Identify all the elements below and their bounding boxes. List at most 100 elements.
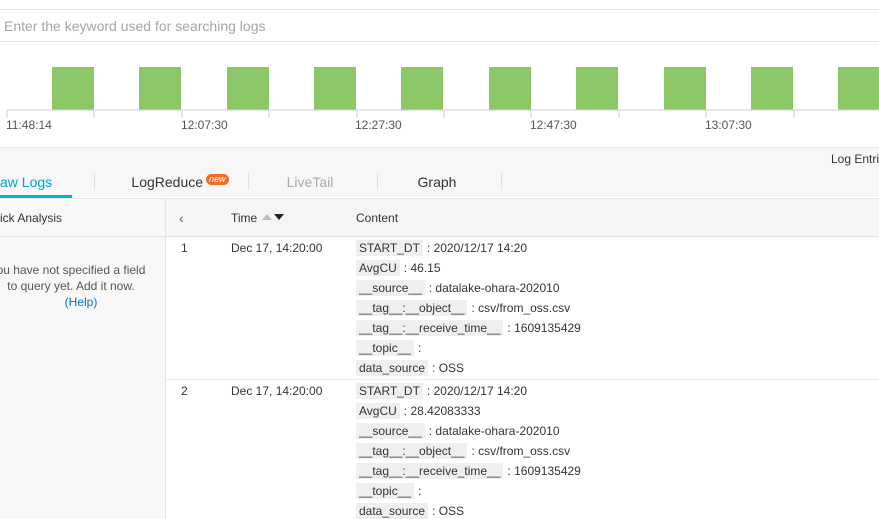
table-row: 2 Dec 17, 14:20:00 START_DT: 2020/12/17 … xyxy=(166,380,879,519)
histogram-tick-label: 11:48:14 xyxy=(6,118,52,132)
field-key[interactable]: START_DT xyxy=(356,240,423,256)
field-key[interactable]: __source__ xyxy=(356,423,425,439)
field-colon: : xyxy=(426,384,434,398)
log-field: __topic__: xyxy=(356,338,581,358)
tab-livetail[interactable]: LiveTail xyxy=(270,170,350,198)
result-tabs: aw Logs LogReduce new LiveTail Graph xyxy=(0,170,879,198)
field-value[interactable]: 2020/12/17 14:20 xyxy=(434,241,527,255)
field-key[interactable]: __tag__:__receive_time__ xyxy=(356,320,504,336)
histogram-bars xyxy=(52,67,879,110)
histogram-ticks xyxy=(6,110,795,118)
row-index: 1 xyxy=(181,241,188,255)
log-field: START_DT: 2020/12/17 14:20 xyxy=(356,381,581,401)
help-link[interactable]: (Help) xyxy=(8,294,154,310)
log-field: __tag__:__object__: csv/from_oss.csv xyxy=(356,298,581,318)
field-key[interactable]: __topic__ xyxy=(356,483,415,499)
row-time: Dec 17, 14:20:00 xyxy=(231,241,323,255)
histogram-bar xyxy=(751,67,793,110)
row-time: Dec 17, 14:20:00 xyxy=(231,384,323,398)
sort-icon[interactable] xyxy=(262,212,286,222)
log-content: START_DT: 2020/12/17 14:20 AvgCU: 46.15 … xyxy=(356,238,581,378)
histogram-bar xyxy=(139,67,181,110)
log-content: START_DT: 2020/12/17 14:20 AvgCU: 28.420… xyxy=(356,381,581,519)
field-key[interactable]: __source__ xyxy=(356,280,425,296)
field-key[interactable]: START_DT xyxy=(356,383,423,399)
log-field: __source__: datalake-ohara-202010 xyxy=(356,278,581,298)
histogram-bar xyxy=(52,67,94,110)
log-field: __topic__: xyxy=(356,481,581,501)
field-value[interactable]: OSS xyxy=(439,361,464,375)
no-field-message-line: to query yet. Add it now. xyxy=(7,279,135,293)
field-value[interactable]: csv/from_oss.csv xyxy=(478,444,570,458)
tab-label: LiveTail xyxy=(286,174,334,190)
field-key[interactable]: __topic__ xyxy=(356,340,415,356)
field-key[interactable]: __tag__:__object__ xyxy=(356,443,468,459)
field-key[interactable]: AvgCU xyxy=(356,260,400,276)
field-value[interactable]: 1609135429 xyxy=(514,321,581,335)
log-field: __source__: datalake-ohara-202010 xyxy=(356,421,581,441)
field-key[interactable]: __tag__:__object__ xyxy=(356,300,468,316)
field-value[interactable]: 28.42083333 xyxy=(410,404,480,418)
tab-divider xyxy=(94,173,95,190)
field-colon: : xyxy=(418,341,422,355)
search-input[interactable] xyxy=(0,11,879,41)
histogram-bar xyxy=(489,67,531,110)
histogram-bar xyxy=(664,67,706,110)
histogram-bar xyxy=(838,67,879,110)
histogram-bar xyxy=(227,67,269,110)
histogram-tick-label: 12:27:30 xyxy=(355,118,402,132)
field-value[interactable]: csv/from_oss.csv xyxy=(478,301,570,315)
log-field: __tag__:__receive_time__: 1609135429 xyxy=(356,461,581,481)
tab-logreduce[interactable]: LogReduce new xyxy=(120,170,240,198)
histogram-bar xyxy=(314,67,356,110)
tab-divider xyxy=(501,173,502,190)
field-key[interactable]: data_source xyxy=(356,503,429,519)
log-table: ‹ Time Content 1 Dec 17, 14:20:00 START_… xyxy=(166,199,879,519)
log-field: data_source: OSS xyxy=(356,358,581,378)
field-colon: : xyxy=(432,504,439,518)
top-strip xyxy=(0,0,879,10)
no-field-message-line: ou have not specified a field xyxy=(0,263,146,277)
tab-label: aw Logs xyxy=(0,174,53,190)
log-entries-count: Log Entri xyxy=(830,152,879,166)
no-field-message: ou have not specified a field to query y… xyxy=(0,262,154,310)
histogram-tick-label: 13:07:30 xyxy=(705,118,752,132)
tab-label: Graph xyxy=(417,174,457,190)
collapse-left-icon[interactable]: ‹ xyxy=(179,210,184,226)
log-field: AvgCU: 28.42083333 xyxy=(356,401,581,421)
log-field: __tag__:__receive_time__: 1609135429 xyxy=(356,318,581,338)
quick-analysis-panel: ick Analysis ou have not specified a fie… xyxy=(0,199,166,519)
row-index: 2 xyxy=(181,384,188,398)
field-value[interactable]: datalake-ohara-202010 xyxy=(435,424,559,438)
histogram-tick-label: 12:47:30 xyxy=(530,118,577,132)
field-key[interactable]: __tag__:__receive_time__ xyxy=(356,463,504,479)
table-header: ‹ Time Content xyxy=(166,199,879,237)
column-header-content: Content xyxy=(356,211,399,225)
quick-analysis-title: ick Analysis xyxy=(0,211,63,225)
field-value[interactable]: datalake-ohara-202010 xyxy=(435,281,559,295)
histogram-bar xyxy=(401,67,443,110)
field-value[interactable]: OSS xyxy=(439,504,464,518)
tab-divider xyxy=(248,173,249,190)
field-key[interactable]: data_source xyxy=(356,360,429,376)
field-value[interactable]: 46.15 xyxy=(410,261,440,275)
histogram-bar xyxy=(576,67,618,110)
log-field: __tag__:__object__: csv/from_oss.csv xyxy=(356,441,581,461)
histogram-tick-label: 12:07:30 xyxy=(181,118,228,132)
log-field: START_DT: 2020/12/17 14:20 xyxy=(356,238,581,258)
field-colon: : xyxy=(432,361,439,375)
new-badge: new xyxy=(206,174,229,185)
field-value[interactable]: 1609135429 xyxy=(514,464,581,478)
search-bar[interactable] xyxy=(0,11,879,42)
tab-raw-logs[interactable]: aw Logs xyxy=(0,170,72,198)
field-colon: : xyxy=(418,484,422,498)
tab-label: LogReduce xyxy=(131,174,204,190)
tab-graph[interactable]: Graph xyxy=(398,170,476,198)
field-value[interactable]: 2020/12/17 14:20 xyxy=(434,384,527,398)
quick-analysis-header: ick Analysis xyxy=(0,199,165,237)
field-key[interactable]: AvgCU xyxy=(356,403,400,419)
log-field: AvgCU: 46.15 xyxy=(356,258,581,278)
results-area: ick Analysis ou have not specified a fie… xyxy=(0,198,879,519)
log-histogram[interactable]: 11:48:14 12:07:30 12:27:30 12:47:30 13:0… xyxy=(0,42,879,147)
log-field: data_source: OSS xyxy=(356,501,581,519)
